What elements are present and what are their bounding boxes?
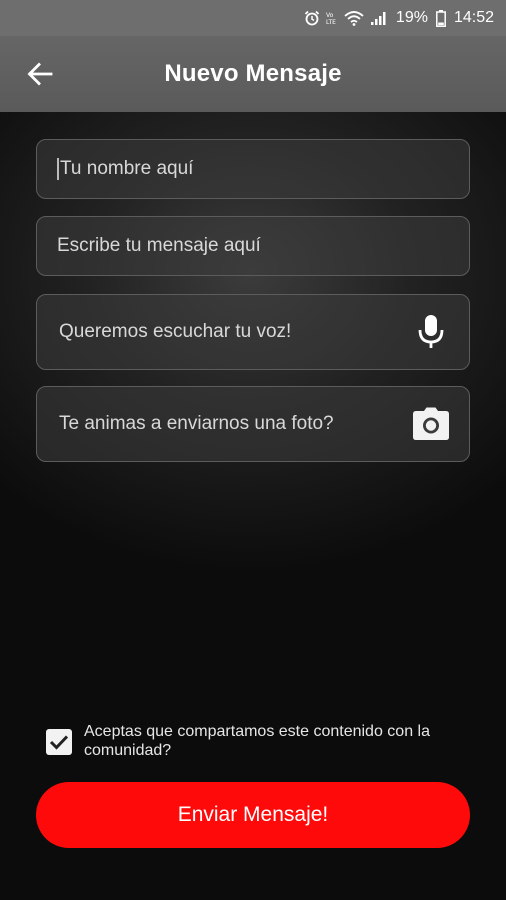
battery-icon — [436, 9, 446, 27]
message-placeholder: Escribe tu mensaje aquí — [57, 235, 261, 256]
camera-icon — [413, 407, 449, 440]
svg-text:LTE: LTE — [326, 19, 336, 26]
send-message-button[interactable]: Enviar Mensaje! — [36, 782, 470, 848]
signal-icon — [370, 12, 386, 25]
volte-icon: Vo LTE — [326, 12, 336, 26]
voice-placeholder: Queremos escuchar tu voz! — [59, 321, 292, 342]
clock: 14:52 — [453, 9, 494, 26]
microphone-icon — [418, 315, 444, 348]
text-cursor — [57, 157, 59, 180]
alarm-icon — [304, 10, 320, 26]
arrow-left-icon — [27, 62, 53, 86]
name-placeholder: Tu nombre aquí — [60, 158, 194, 179]
check-icon — [49, 735, 69, 750]
wifi-icon — [344, 11, 364, 26]
voice-field[interactable]: Queremos escuchar tu voz! — [36, 294, 470, 370]
status-icons: Vo LTE — [304, 10, 388, 26]
status-bar: Vo LTE 19% 14:52 — [0, 0, 506, 36]
microphone-button[interactable] — [411, 312, 451, 352]
photo-field[interactable]: Te animas a enviarnos una foto? — [36, 386, 470, 462]
svg-text:Vo: Vo — [326, 12, 334, 19]
consent-row[interactable]: Aceptas que compartamos este contenido c… — [46, 722, 466, 760]
form-area: Tu nombre aquí Escribe tu mensaje aquí Q… — [0, 112, 506, 900]
battery-percent: 19% — [395, 9, 428, 26]
name-field-row: Tu nombre aquí — [57, 157, 451, 180]
message-field[interactable]: Escribe tu mensaje aquí — [36, 216, 470, 276]
photo-placeholder: Te animas a enviarnos una foto? — [59, 413, 334, 434]
app-bar: Nuevo Mensaje — [0, 36, 506, 112]
back-button[interactable] — [22, 56, 58, 92]
consent-label: Aceptas que compartamos este contenido c… — [84, 723, 430, 759]
page-title: Nuevo Mensaje — [164, 60, 342, 87]
consent-checkbox[interactable] — [46, 729, 72, 755]
camera-button[interactable] — [411, 404, 451, 444]
name-field[interactable]: Tu nombre aquí — [36, 139, 470, 199]
